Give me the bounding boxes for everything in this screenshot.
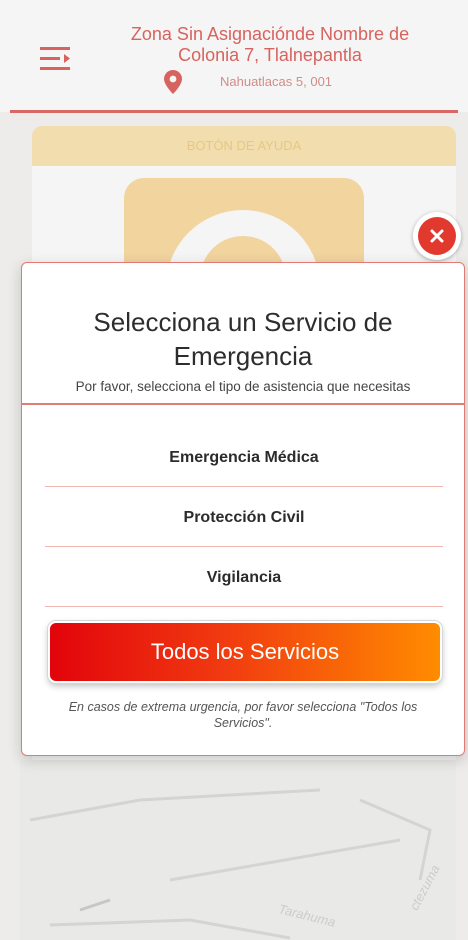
- option-proteccion-civil[interactable]: Protección Civil: [45, 489, 443, 547]
- option-emergencia-medica[interactable]: Emergencia Médica: [45, 429, 443, 487]
- close-icon: [418, 217, 456, 255]
- close-modal-button[interactable]: [413, 212, 461, 260]
- modal-divider: [22, 403, 464, 405]
- urgency-note: En casos de extrema urgencia, por favor …: [68, 700, 418, 730]
- option-vigilancia[interactable]: Vigilancia: [45, 549, 443, 607]
- all-services-button[interactable]: Todos los Servicios: [48, 621, 442, 683]
- emergency-service-modal: Selecciona un Servicio de Emergencia Por…: [21, 262, 465, 756]
- modal-title: Selecciona un Servicio de Emergencia: [93, 307, 393, 371]
- modal-subtitle: Por favor, selecciona el tipo de asisten…: [75, 379, 411, 394]
